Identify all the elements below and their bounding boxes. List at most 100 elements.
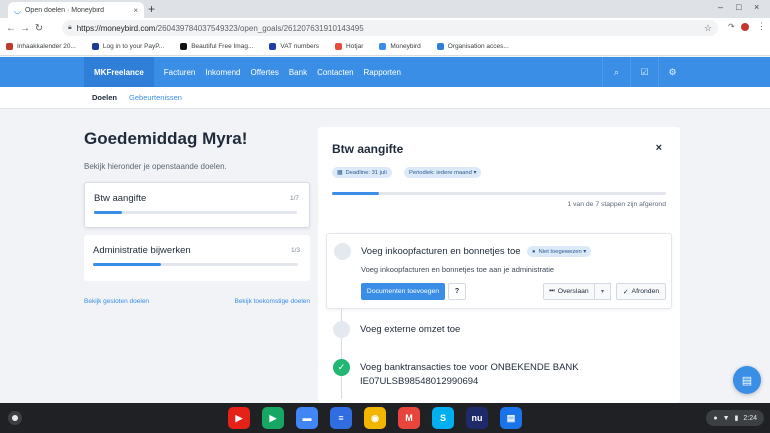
tab-doelen[interactable]: Doelen <box>92 93 117 102</box>
goal-count: 1/3 <box>290 247 300 254</box>
nav-item-rapporten[interactable]: Rapporten <box>364 68 401 77</box>
bookmark-item[interactable]: Organisation acces... <box>436 43 509 50</box>
bookmark-item[interactable]: VAT numbers <box>269 43 319 50</box>
goal-progress-bar <box>94 211 297 214</box>
nav-item-facturen[interactable]: Facturen <box>164 68 196 77</box>
goal-title: Administratie bijwerken <box>93 245 191 256</box>
moneybird-icon <box>379 43 387 50</box>
panel-progress-fill <box>332 192 379 195</box>
reload-button[interactable]: ↻ <box>32 23 46 34</box>
assignee-dropdown[interactable]: ● Niet toegewezen ▾ <box>527 246 592 257</box>
back-button[interactable]: ← <box>4 23 18 34</box>
bookmark-star-icon[interactable]: ☆ <box>704 23 712 34</box>
forward-button[interactable]: → <box>18 23 32 34</box>
skip-label: Overslaan <box>557 288 589 295</box>
bookmark-item[interactable]: Log in to your PayP... <box>91 43 164 50</box>
lock-icon: 🔒︎ <box>68 24 72 31</box>
bookmark-item[interactable]: Beautiful Free Imag... <box>180 43 253 50</box>
tasks-icon[interactable]: ☑ <box>630 57 658 87</box>
step-title[interactable]: Voeg externe omzet toe <box>360 324 460 335</box>
chat-icon[interactable]: ▤ <box>733 366 761 394</box>
tab-gebeurtenissen[interactable]: Gebeurtenissen <box>129 93 182 102</box>
nu-icon[interactable]: nu <box>466 407 488 429</box>
settings-icon[interactable]: ⚙ <box>658 57 686 87</box>
tab-title: Open doelen · Moneybird <box>24 6 104 14</box>
skip-options-dropdown[interactable]: ▾ <box>595 283 611 300</box>
step-title[interactable]: Voeg banktransacties toe voor ONBEKENDE … <box>360 362 579 373</box>
header-actions: ⌕ ☑ ⚙ <box>602 57 770 87</box>
panel-progress-bar <box>332 192 666 195</box>
bookmark-label: Hotjar <box>346 43 364 50</box>
minimize-button[interactable]: – <box>718 2 723 12</box>
skype-icon[interactable]: S <box>432 407 454 429</box>
period-dropdown[interactable]: Periodiek: iedere maand ▾ <box>404 167 482 178</box>
goal-progress-fill <box>94 211 123 214</box>
hotjar-icon <box>335 43 343 50</box>
panel-close-button[interactable]: × <box>656 142 662 154</box>
skip-button[interactable]: ⏭ Overslaan <box>543 283 595 300</box>
step-status-circle <box>334 243 351 260</box>
bookmark-label: Beautiful Free Imag... <box>191 43 254 50</box>
deadline-badge: ▦ Deadline: 31 juli <box>332 167 392 178</box>
bookmark-item[interactable]: Inhaakkalender 20... <box>6 43 76 50</box>
play-store-icon[interactable]: ▶ <box>262 407 284 429</box>
tab-strip: ◡ Open doelen · Moneybird × + – □ × <box>0 0 770 18</box>
eu-flag-icon <box>269 43 277 50</box>
bookmark-item[interactable]: Hotjar <box>335 43 363 50</box>
shelf-apps: ▶ ▶ ▬ ≡ ◉ M Snu ▤ <box>228 407 534 429</box>
extension-red-icon[interactable] <box>741 23 749 31</box>
menu-icon[interactable]: ⋮ <box>757 21 766 32</box>
add-documents-button[interactable]: Documenten toevoegen <box>361 283 445 300</box>
messages-icon[interactable]: ▤ <box>500 407 522 429</box>
step-done-check-icon: ✓ <box>333 359 350 376</box>
chrome-icon[interactable]: ◉ <box>364 407 386 429</box>
bookmark-label: VAT numbers <box>280 43 320 50</box>
launcher-icon[interactable] <box>8 411 22 425</box>
new-tab-button[interactable]: + <box>148 2 155 16</box>
tab-close-button[interactable]: × <box>133 6 138 15</box>
future-goals-link[interactable]: Bekijk toekomstige doelen <box>234 298 310 305</box>
sub-navigation: Doelen Gebeurtenissen <box>0 87 770 109</box>
calendar-icon <box>6 43 13 50</box>
app-header: MKFreelance Facturen Inkomend Offertes Bank… <box>0 57 770 87</box>
step-title-line2: IE07ULSB98548012990694 <box>360 376 479 387</box>
maximize-button[interactable]: □ <box>736 2 741 12</box>
intro-text: Bekijk hieronder je openstaande doelen. <box>84 162 227 171</box>
address-bar[interactable]: 🔒︎ https://moneybird.com /26043978403754… <box>62 20 718 36</box>
status-tray[interactable]: ● ▼ ▮ 2:24 <box>706 410 764 426</box>
extension-icon[interactable]: ↷ <box>728 22 735 31</box>
nav-item-inkomend[interactable]: Inkomend <box>205 68 240 77</box>
organisation-icon <box>436 43 444 50</box>
goal-count: 1/7 <box>289 195 299 202</box>
battery-icon: ▮ <box>734 415 739 422</box>
closed-goals-link[interactable]: Bekijk gesloten doelen <box>84 298 149 305</box>
paypal-icon <box>91 43 99 50</box>
page-title: Goedemiddag Myra! <box>84 129 248 148</box>
gmail-icon[interactable]: M <box>398 407 420 429</box>
calendar-icon: ▦ <box>337 169 343 176</box>
nav-item-bank[interactable]: Bank <box>289 68 307 77</box>
nav-item-contacten[interactable]: Contacten <box>317 68 353 77</box>
bookmark-item[interactable]: Moneybird <box>379 43 421 50</box>
docs-icon[interactable]: ≡ <box>330 407 352 429</box>
browser-toolbar: ← → ↻ 🔒︎ https://moneybird.com /26043978… <box>0 18 770 38</box>
step-status-circle <box>333 321 350 338</box>
complete-button[interactable]: ✓ Afronden <box>616 283 666 300</box>
bookmark-label: Moneybird <box>390 43 421 50</box>
youtube-icon[interactable]: ▶ <box>228 407 250 429</box>
moneybird-icon: ◡ <box>14 5 21 15</box>
browser-tab[interactable]: ◡ Open doelen · Moneybird × <box>8 2 144 18</box>
goal-card-btw[interactable]: Btw aangifte 1/7 <box>84 182 310 228</box>
clock: 2:24 <box>743 414 757 422</box>
files-icon[interactable]: ▬ <box>296 407 318 429</box>
deadline-label: Deadline: 31 juli <box>345 169 387 176</box>
nav-item-offertes[interactable]: Offertes <box>251 68 279 77</box>
help-button[interactable]: ? <box>448 283 466 300</box>
search-icon[interactable]: ⌕ <box>602 57 630 87</box>
url-host: https://moneybird.com <box>76 23 156 33</box>
company-switcher[interactable]: MKFreelance <box>84 57 154 87</box>
assignee-label: Niet toegewezen ▾ <box>538 248 587 255</box>
goal-card-administratie[interactable]: Administratie bijwerken 1/3 <box>84 235 310 281</box>
step-card-active: Voeg inkoopfacturen en bonnetjes toe ● N… <box>326 233 672 309</box>
window-close-button[interactable]: × <box>754 2 759 12</box>
